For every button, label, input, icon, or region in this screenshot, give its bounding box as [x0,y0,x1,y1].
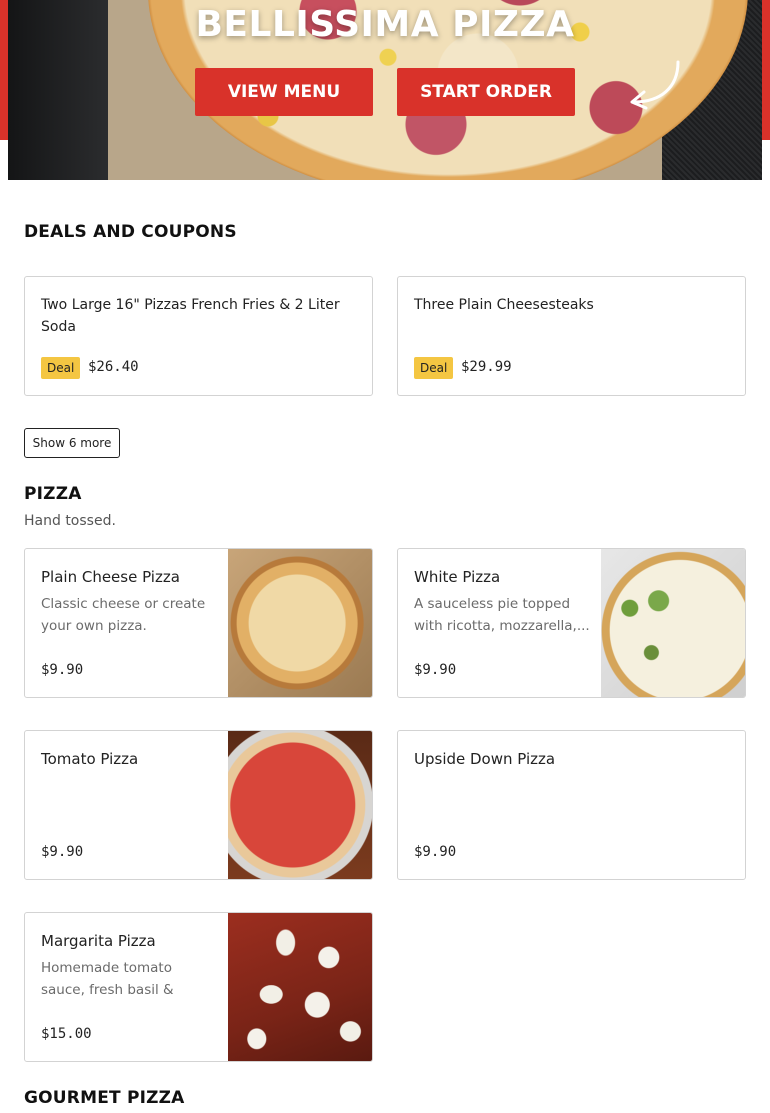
menu-item-card[interactable]: Upside Down Pizza $9.90 [397,730,746,880]
deal-badge: Deal [414,357,454,379]
pizza-section-title: PIZZA [24,484,82,504]
menu-item-card[interactable]: Margarita Pizza Homemade tomato sauce, f… [24,912,373,1062]
white-pizza-image [601,549,745,697]
menu-item-card[interactable]: White Pizza A sauceless pie topped with … [397,548,746,698]
menu-item-name: Upside Down Pizza [414,750,556,768]
menu-item-card[interactable]: Tomato Pizza $9.90 [24,730,373,880]
deal-name: Two Large 16" Pizzas French Fries & 2 Li… [41,297,340,335]
menu-item-price: $15.00 [41,1026,92,1042]
start-order-button[interactable]: START ORDER [397,68,575,116]
menu-item-name: Margarita Pizza [41,932,156,950]
tomato-pizza-image [228,731,372,879]
hero-accent-left [0,0,8,140]
menu-item-description: Homemade tomato sauce, fresh basil & fre… [41,960,174,998]
menu-item-card[interactable]: Plain Cheese Pizza Classic cheese or cre… [24,548,373,698]
show-more-button[interactable]: Show 6 more [24,428,120,458]
view-menu-button[interactable]: VIEW MENU [195,68,373,116]
deals-section-title: DEALS AND COUPONS [24,222,237,242]
menu-item-name: Tomato Pizza [41,750,139,768]
deal-name: Three Plain Cheesesteaks [414,297,594,313]
curved-arrow-icon [630,60,680,110]
deal-badge: Deal [41,357,81,379]
pizza-section-subtitle: Hand tossed. [24,513,116,529]
menu-item-price: $9.90 [414,662,457,678]
margarita-pizza-image [228,913,372,1061]
hero-banner: BELLISSIMA PIZZA VIEW MENU START ORDER [8,0,762,180]
menu-item-price: $9.90 [414,844,457,860]
menu-item-price: $9.90 [41,662,84,678]
menu-item-name: White Pizza [414,568,501,586]
deal-price: $29.99 [461,359,512,375]
deal-card[interactable]: Three Plain Cheesesteaks Deal $29.99 [397,276,746,396]
hero-accent-right [762,0,770,140]
gourmet-section-title: GOURMET PIZZA [24,1088,185,1108]
deal-card[interactable]: Two Large 16" Pizzas French Fries & 2 Li… [24,276,373,396]
menu-item-description: Classic cheese or create your own pizza. [41,596,206,634]
deal-price: $26.40 [88,359,139,375]
plain-cheese-pizza-image [228,549,372,697]
menu-item-price: $9.90 [41,844,84,860]
menu-item-name: Plain Cheese Pizza [41,568,180,586]
hero-title: BELLISSIMA PIZZA [195,4,575,45]
menu-item-description: A sauceless pie topped with ricotta, moz… [414,596,590,634]
